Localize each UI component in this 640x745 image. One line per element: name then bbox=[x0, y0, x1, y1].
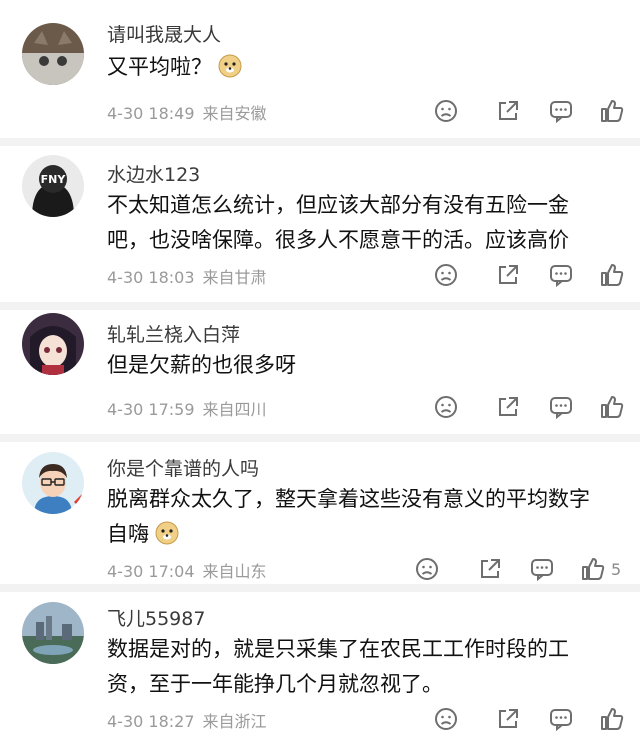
comment-line: 但是欠薪的也很多呀 bbox=[107, 353, 296, 377]
username[interactable]: 水边水123 bbox=[107, 160, 200, 187]
avatar[interactable] bbox=[22, 452, 84, 514]
separator bbox=[0, 434, 640, 442]
comment-line: 又平均啦？ bbox=[107, 55, 212, 79]
timestamp: 4-30 18:27 bbox=[107, 712, 195, 731]
separator bbox=[0, 138, 640, 146]
like-icon[interactable] bbox=[599, 706, 625, 732]
location: 来自山东 bbox=[202, 562, 267, 581]
timestamp: 4-30 17:59 bbox=[107, 400, 195, 419]
comment-line: 数据是对的，就是只采集了在农民工工作时段的工 bbox=[107, 637, 569, 661]
separator bbox=[0, 584, 640, 592]
comment-meta: 4-30 18:27 来自浙江 bbox=[107, 708, 267, 732]
comment-text: 但是欠薪的也很多呀 bbox=[107, 348, 296, 383]
avatar-text: FNY bbox=[41, 173, 67, 186]
avatar[interactable]: FNY bbox=[22, 155, 84, 217]
comment-meta: 4-30 18:03 来自甘肃 bbox=[107, 264, 267, 288]
like-icon[interactable] bbox=[599, 262, 625, 288]
like-icon[interactable] bbox=[599, 98, 625, 124]
comment-line: 脱离群众太久了，整天拿着这些没有意义的平均数字 bbox=[107, 487, 590, 511]
reply-icon[interactable] bbox=[548, 706, 574, 732]
timestamp: 4-30 18:49 bbox=[107, 104, 195, 123]
reply-icon[interactable] bbox=[548, 98, 574, 124]
reply-icon[interactable] bbox=[548, 394, 574, 420]
username[interactable]: 你是个靠谱的人吗 bbox=[107, 454, 259, 481]
doge-emoji-icon bbox=[218, 54, 242, 78]
share-icon[interactable] bbox=[495, 98, 521, 124]
dislike-icon[interactable] bbox=[433, 394, 459, 420]
username[interactable]: 请叫我晟大人 bbox=[107, 20, 221, 47]
timestamp: 4-30 18:03 bbox=[107, 268, 195, 287]
comment-line: 资，至于一年能挣几个月就忽视了。 bbox=[107, 672, 443, 696]
comment-meta: 4-30 17:59 来自四川 bbox=[107, 396, 267, 420]
comment-text: 数据是对的，就是只采集了在农民工工作时段的工 资，至于一年能挣几个月就忽视了。 bbox=[107, 632, 569, 702]
share-icon[interactable] bbox=[495, 706, 521, 732]
location: 来自四川 bbox=[202, 400, 267, 419]
dislike-icon[interactable] bbox=[433, 706, 459, 732]
location: 来自甘肃 bbox=[202, 268, 267, 287]
reply-icon[interactable] bbox=[548, 262, 574, 288]
dislike-icon[interactable] bbox=[414, 556, 440, 582]
comment-text: 不太知道怎么统计，但应该大部分有没有五险一金 吧，也没啥保障。很多人不愿意干的活… bbox=[107, 188, 569, 258]
comment-meta: 4-30 17:04 来自山东 bbox=[107, 558, 267, 582]
timestamp: 4-30 17:04 bbox=[107, 562, 195, 581]
like-icon[interactable] bbox=[599, 394, 625, 420]
comment-meta: 4-30 18:49 来自安徽 bbox=[107, 100, 267, 124]
username[interactable]: 轧轧兰桡入白萍 bbox=[107, 320, 240, 347]
share-icon[interactable] bbox=[495, 262, 521, 288]
username[interactable]: 飞儿55987 bbox=[107, 604, 205, 631]
avatar[interactable] bbox=[22, 313, 84, 375]
location: 来自浙江 bbox=[202, 712, 267, 731]
comment-line: 吧，也没啥保障。很多人不愿意干的活。应该高价 bbox=[107, 228, 569, 252]
comment-line: 自嗨 bbox=[107, 522, 149, 546]
comment-line: 不太知道怎么统计，但应该大部分有没有五险一金 bbox=[107, 193, 569, 217]
doge-emoji-icon bbox=[155, 521, 179, 545]
like-count: 5 bbox=[611, 560, 622, 579]
reply-icon[interactable] bbox=[529, 556, 555, 582]
like-icon[interactable] bbox=[580, 556, 606, 582]
separator bbox=[0, 302, 640, 310]
dislike-icon[interactable] bbox=[433, 262, 459, 288]
avatar[interactable] bbox=[22, 602, 84, 664]
location: 来自安徽 bbox=[202, 104, 267, 123]
comment-text: 又平均啦？ bbox=[107, 50, 242, 85]
avatar[interactable] bbox=[22, 23, 84, 85]
share-icon[interactable] bbox=[495, 394, 521, 420]
share-icon[interactable] bbox=[477, 556, 503, 582]
dislike-icon[interactable] bbox=[433, 98, 459, 124]
comment-text: 脱离群众太久了，整天拿着这些没有意义的平均数字 自嗨 bbox=[107, 482, 590, 552]
